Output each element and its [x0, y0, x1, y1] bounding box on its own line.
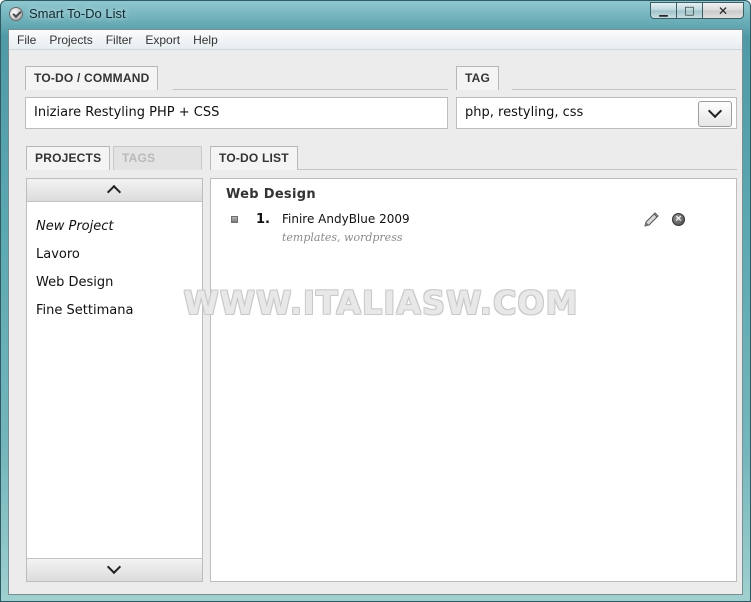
app-window: Smart To-Do List ▁ □ ✕ File Projects Fil…: [0, 0, 751, 602]
command-input[interactable]: Iniziare Restyling PHP + CSS: [25, 97, 448, 129]
todo-tags: templates, wordpress: [282, 231, 403, 244]
tab-projects[interactable]: PROJECTS: [26, 146, 111, 170]
maximize-button[interactable]: □: [676, 2, 702, 19]
chevron-down-icon: [106, 559, 122, 575]
window-title: Smart To-Do List: [29, 6, 126, 21]
project-list: New Project Lavoro Web Design Fine Setti…: [36, 213, 133, 325]
tag-input[interactable]: php, restyling, css: [456, 97, 737, 129]
client-area: File Projects Filter Export Help TO-DO /…: [8, 29, 743, 595]
chevron-up-icon: [106, 184, 122, 200]
tab-divider: [297, 169, 737, 170]
project-item-web-design[interactable]: Web Design: [36, 269, 133, 297]
tab-todo-list[interactable]: TO-DO LIST: [210, 146, 298, 170]
todo-panel: Web Design 1. Finire AndyBlue 2009 templ…: [210, 178, 737, 582]
pencil-icon[interactable]: [642, 211, 660, 229]
projects-panel: New Project Lavoro Web Design Fine Setti…: [26, 178, 203, 582]
tab-divider: [512, 89, 736, 90]
tab-tag[interactable]: TAG: [456, 66, 500, 90]
menu-projects[interactable]: Projects: [42, 33, 98, 47]
menu-file[interactable]: File: [10, 33, 42, 47]
minimize-button[interactable]: ▁: [650, 2, 676, 19]
tag-dropdown-button[interactable]: [698, 101, 732, 127]
delete-circle-icon[interactable]: ×: [672, 213, 685, 226]
menu-export[interactable]: Export: [138, 33, 186, 47]
title-bar[interactable]: Smart To-Do List ▁ □ ✕: [1, 1, 750, 29]
tab-divider: [173, 89, 448, 90]
app-check-icon: [9, 7, 23, 21]
todo-title: Finire AndyBlue 2009: [282, 212, 410, 226]
menu-help[interactable]: Help: [186, 33, 224, 47]
scroll-down-button[interactable]: [27, 558, 202, 581]
tab-todo-command[interactable]: TO-DO / COMMAND: [25, 66, 159, 90]
project-item-fine-settimana[interactable]: Fine Settimana: [36, 297, 133, 325]
tab-tags[interactable]: TAGS: [113, 146, 202, 170]
todo-item[interactable]: 1. Finire AndyBlue 2009 templates, wordp…: [211, 211, 736, 251]
group-title: Web Design: [226, 187, 316, 202]
close-button[interactable]: ✕: [702, 2, 744, 19]
chevron-down-icon: [707, 103, 723, 119]
scroll-up-button[interactable]: [27, 179, 202, 202]
menu-filter[interactable]: Filter: [99, 33, 139, 47]
project-item-lavoro[interactable]: Lavoro: [36, 241, 133, 269]
caption-buttons: ▁ □ ✕: [650, 2, 744, 19]
menu-bar: File Projects Filter Export Help: [9, 30, 742, 50]
bullet-icon: [231, 216, 238, 223]
project-item-new[interactable]: New Project: [36, 213, 133, 241]
todo-number: 1.: [256, 212, 270, 227]
